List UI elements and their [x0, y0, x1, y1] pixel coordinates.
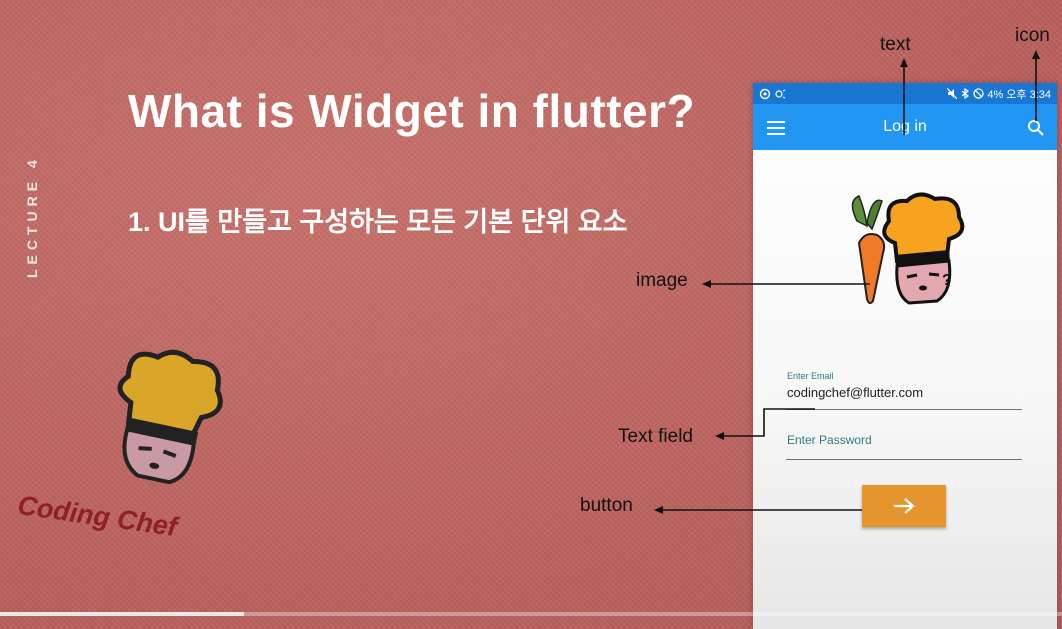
image-question-mark: ? — [942, 272, 952, 289]
app-bar-title: Log in — [883, 118, 927, 135]
password-field[interactable]: Enter Password — [786, 421, 1022, 460]
video-progress-fill — [0, 612, 245, 616]
app-bar: Log in — [753, 104, 1057, 150]
password-placeholder: Enter Password — [787, 433, 872, 447]
status-left-icons — [759, 88, 786, 100]
chef-carrot-image — [851, 192, 965, 305]
login-submit-button[interactable] — [862, 485, 946, 527]
video-progress-bar[interactable] — [0, 612, 1062, 616]
mute-icon — [947, 88, 958, 99]
email-field-label: Enter Email — [787, 371, 834, 381]
arrow-right-icon — [894, 498, 915, 514]
bluetooth-icon — [961, 88, 970, 99]
annotation-image-label: image — [636, 270, 688, 291]
status-battery-time: 4% 오후 3:34 — [987, 88, 1051, 101]
blocked-icon — [973, 88, 984, 99]
slide-title: What is Widget in flutter? — [128, 85, 696, 137]
annotation-textfield-label: Text field — [618, 426, 693, 447]
weather-icon — [775, 89, 786, 98]
lecture-label: LECTURE 4 — [24, 155, 40, 278]
status-bar: 4% 오후 3:34 — [753, 83, 1057, 104]
phone-screen: 4% 오후 3:34 Log in ? Enter Email codingch — [753, 83, 1057, 629]
email-field-value[interactable]: codingchef@flutter.com — [787, 385, 923, 400]
annotation-button-label: button — [580, 495, 633, 516]
logo-text: Coding Chef — [15, 490, 179, 543]
notification-icon — [759, 88, 771, 99]
search-icon[interactable] — [1027, 119, 1045, 137]
annotation-text-label: text — [880, 34, 911, 55]
coding-chef-logo — [117, 349, 223, 485]
email-field[interactable]: Enter Email codingchef@flutter.com — [786, 371, 1022, 410]
status-right: 4% 오후 3:34 — [947, 86, 1051, 102]
slide-point: 1. UI를 만들고 구성하는 모든 기본 단위 요소 — [128, 207, 628, 237]
annotation-icon-label: icon — [1015, 25, 1050, 46]
